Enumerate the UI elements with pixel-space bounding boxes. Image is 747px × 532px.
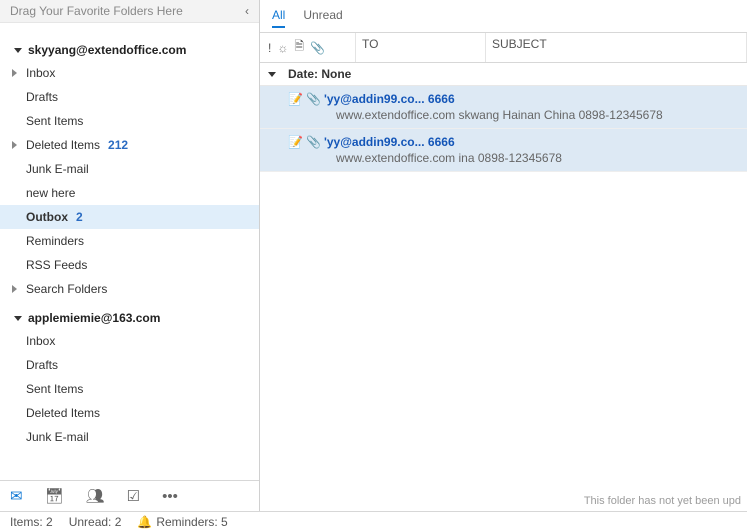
folder-outbox[interactable]: Outbox2 <box>0 205 259 229</box>
message-from: 'yy@addin99.co... 6666 <box>324 92 739 106</box>
bell-icon: 🔔 <box>137 515 152 529</box>
folder-reminders[interactable]: Reminders <box>0 229 259 253</box>
folder-deleted-items[interactable]: Deleted Items212 <box>0 133 259 157</box>
message-preview: www.extendoffice.com skwang Hainan China… <box>288 108 739 122</box>
folder-inbox[interactable]: Inbox <box>0 61 259 85</box>
importance-icon: ! <box>268 41 271 55</box>
reminder-icon: ☼ <box>277 41 288 55</box>
folder-inbox[interactable]: Inbox <box>0 329 259 353</box>
tab-unread[interactable]: Unread <box>303 8 342 28</box>
folder-drafts[interactable]: Drafts <box>0 85 259 109</box>
chevron-left-icon[interactable]: ‹ <box>245 4 249 18</box>
nav-bar: ✉ 📅︎ 👥︎ ☑ ••• <box>0 480 259 511</box>
attachment-icon: 📎 <box>310 41 325 55</box>
status-note: This folder has not yet been upd <box>584 495 741 507</box>
account-header[interactable]: applemiemie@163.com <box>0 307 259 329</box>
tab-all[interactable]: All <box>272 8 285 28</box>
tasks-icon[interactable]: ☑ <box>127 487 140 505</box>
account-header[interactable]: skyyang@extendoffice.com <box>0 39 259 61</box>
status-items: Items: 2 <box>10 515 53 529</box>
message-from: 'yy@addin99.co... 6666 <box>324 135 739 149</box>
message-preview: www.extendoffice.com ina 0898-12345678 <box>288 151 739 165</box>
folder-drafts[interactable]: Drafts <box>0 353 259 377</box>
mail-icon[interactable]: ✉ <box>10 487 23 505</box>
folder-sent-items[interactable]: Sent Items <box>0 377 259 401</box>
folder-deleted-items[interactable]: Deleted Items <box>0 401 259 425</box>
status-unread: Unread: 2 <box>69 515 122 529</box>
message-list-pane: All Unread ! ☼ 🗎 📎 TO SUBJECT Date: None <box>260 0 747 511</box>
column-subject[interactable]: SUBJECT <box>486 33 747 62</box>
folder-rss-feeds[interactable]: RSS Feeds <box>0 253 259 277</box>
group-header[interactable]: Date: None <box>260 63 747 85</box>
folder-new-here[interactable]: new here <box>0 181 259 205</box>
folder-pane: Drag Your Favorite Folders Here ‹ skyyan… <box>0 0 260 511</box>
status-bar: Items: 2 Unread: 2 🔔Reminders: 5 <box>0 511 747 532</box>
message-row[interactable]: 📝 📎 'yy@addin99.co... 6666 www.extendoffice… <box>260 86 747 129</box>
folder-junk-e-mail[interactable]: Junk E-mail <box>0 157 259 181</box>
calendar-icon[interactable]: 📅︎ <box>45 487 64 505</box>
column-to[interactable]: TO <box>356 33 486 62</box>
caret-down-icon <box>268 72 276 77</box>
message-row[interactable]: 📝 📎 'yy@addin99.co... 6666 www.extendoffice… <box>260 129 747 172</box>
favorites-drop-hint: Drag Your Favorite Folders Here ‹ <box>0 0 259 23</box>
favorites-drop-label: Drag Your Favorite Folders Here <box>10 4 183 18</box>
draft-icon: 📝 <box>288 135 302 149</box>
draft-icon: 📝 <box>288 92 302 106</box>
folder-search-folders[interactable]: Search Folders <box>0 277 259 301</box>
column-headers: ! ☼ 🗎 📎 TO SUBJECT <box>260 32 747 63</box>
group-label: Date: None <box>288 67 351 81</box>
item-type-icon: 🗎 <box>294 37 304 58</box>
attachment-icon: 📎 <box>306 92 320 106</box>
attachment-icon: 📎 <box>306 135 320 149</box>
more-icon[interactable]: ••• <box>162 488 178 505</box>
flag-columns[interactable]: ! ☼ 🗎 📎 <box>260 33 356 62</box>
folder-sent-items[interactable]: Sent Items <box>0 109 259 133</box>
people-icon[interactable]: 👥︎ <box>86 487 105 505</box>
folder-junk-e-mail[interactable]: Junk E-mail <box>0 425 259 449</box>
status-reminders: 🔔Reminders: 5 <box>137 515 227 529</box>
